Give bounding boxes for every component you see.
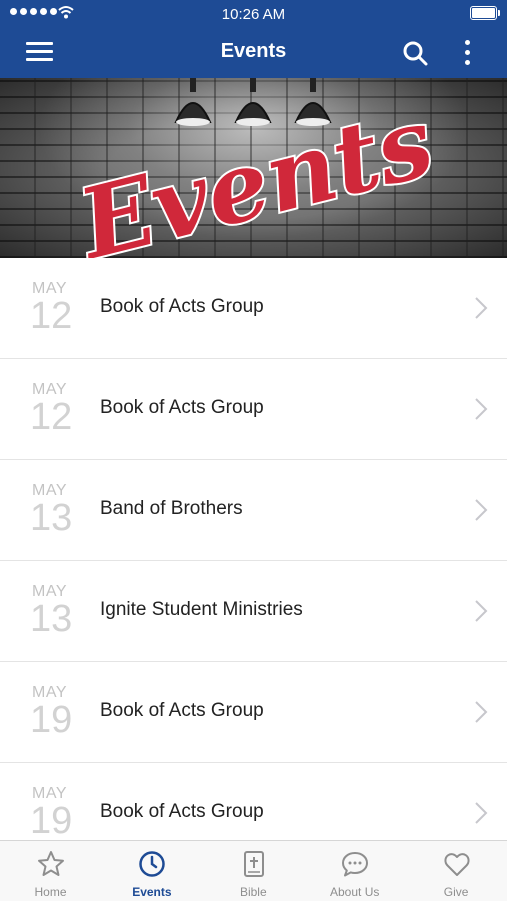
tab-label: Bible xyxy=(239,885,267,899)
event-day: 12 xyxy=(30,396,73,438)
tab-label: Events xyxy=(132,885,172,899)
event-list-item[interactable]: MAY 12 Book of Acts Group xyxy=(0,258,507,359)
tab-home[interactable]: Home xyxy=(0,841,101,901)
page-title: Events xyxy=(220,40,287,62)
event-day: 13 xyxy=(30,497,73,539)
status-time: 10:26 AM xyxy=(221,6,286,23)
event-title: Ignite Student Ministries xyxy=(100,599,303,620)
event-day: 19 xyxy=(30,699,73,741)
chevron-right-icon xyxy=(475,802,488,824)
tab-about-us[interactable]: About Us xyxy=(304,841,405,901)
tab-bible[interactable]: Bible xyxy=(203,841,304,901)
chevron-right-icon xyxy=(475,499,488,521)
event-list-item[interactable]: MAY 12 Book of Acts Group xyxy=(0,359,507,460)
bible-icon xyxy=(243,851,264,877)
search-icon[interactable] xyxy=(402,40,428,66)
event-list-item[interactable]: MAY 13 Band of Brothers xyxy=(0,460,507,561)
event-list-item[interactable]: MAY 19 Book of Acts Group xyxy=(0,763,507,840)
more-options-icon[interactable] xyxy=(460,38,476,68)
event-title: Book of Acts Group xyxy=(100,397,264,418)
tab-label: Give xyxy=(443,885,469,899)
event-title: Book of Acts Group xyxy=(100,700,264,721)
chevron-right-icon xyxy=(475,297,488,319)
event-list: MAY 12 Book of Acts Group MAY 12 Book of Acts… xyxy=(0,258,507,840)
chevron-right-icon xyxy=(475,600,488,622)
tab-give[interactable]: Give xyxy=(406,841,507,901)
event-list-item[interactable]: MAY 13 Ignite Student Ministries xyxy=(0,561,507,662)
status-bar: 10:26 AM xyxy=(0,0,507,28)
event-day: 19 xyxy=(30,800,73,840)
event-list-item[interactable]: MAY 19 Book of Acts Group xyxy=(0,662,507,763)
tab-events[interactable]: Events xyxy=(101,841,202,901)
top-bar: 10:26 AM Events xyxy=(0,0,507,78)
speech-bubble-icon xyxy=(342,852,369,877)
chevron-right-icon xyxy=(475,398,488,420)
event-title: Book of Acts Group xyxy=(100,296,264,317)
bottom-tab-bar: Home Events Bible About Us Give xyxy=(0,840,507,901)
navigation-bar: Events xyxy=(0,28,507,78)
heart-icon xyxy=(444,853,470,876)
clock-icon xyxy=(139,851,166,877)
battery-icon xyxy=(470,6,500,20)
tab-label: Home xyxy=(34,885,67,899)
event-title: Book of Acts Group xyxy=(100,801,264,822)
event-day: 13 xyxy=(30,598,73,640)
events-banner-image: Events xyxy=(0,78,507,258)
banner-events-script-text: Events xyxy=(64,98,446,258)
event-day: 12 xyxy=(30,295,73,337)
star-icon xyxy=(38,851,64,876)
event-title: Band of Brothers xyxy=(100,498,243,519)
chevron-right-icon xyxy=(475,701,488,723)
svg-text:Events: Events xyxy=(66,98,444,258)
tab-label: About Us xyxy=(330,885,380,899)
